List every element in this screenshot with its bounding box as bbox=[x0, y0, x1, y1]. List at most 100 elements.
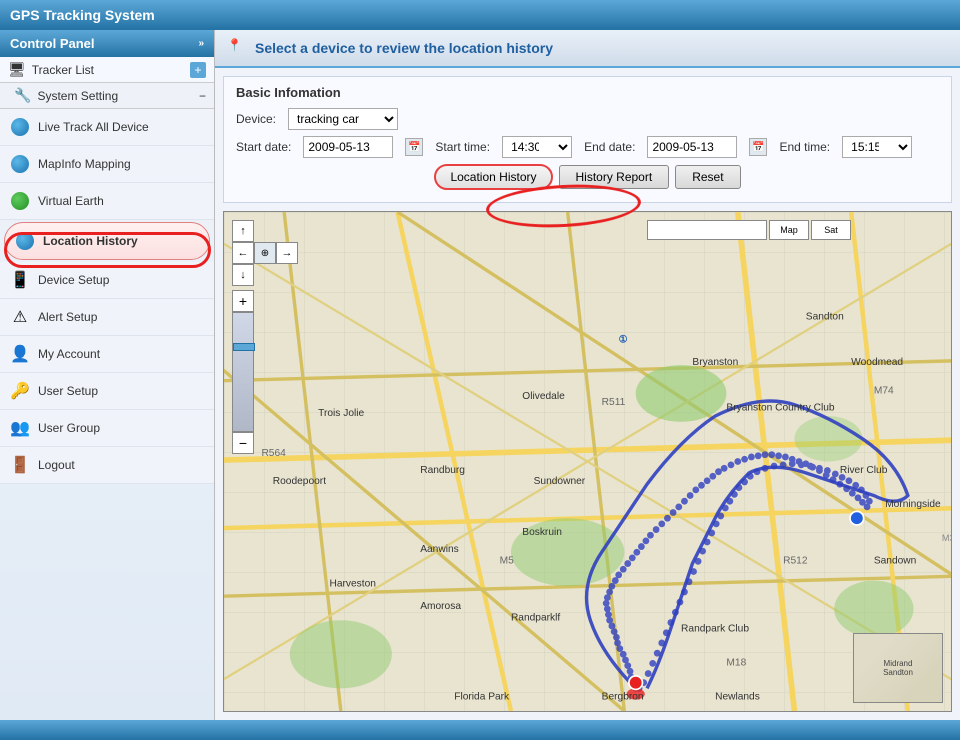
tracker-list-add-button[interactable]: + bbox=[190, 62, 206, 78]
zoom-handle[interactable] bbox=[233, 343, 255, 351]
sidebar-item-live-track[interactable]: Live Track All Device bbox=[0, 109, 214, 146]
svg-text:Florida Park: Florida Park bbox=[454, 692, 510, 703]
content-header: 📍 Select a device to review the location… bbox=[215, 30, 960, 68]
system-setting-label: System Setting bbox=[37, 89, 118, 103]
alert-icon: ⚠ bbox=[10, 307, 30, 327]
svg-text:Woodmead: Woodmead bbox=[851, 357, 903, 368]
nav-label-mapinfo: MapInfo Mapping bbox=[38, 157, 131, 171]
device-select[interactable]: tracking car bbox=[288, 108, 398, 130]
pan-center-button[interactable]: ⊕ bbox=[254, 242, 276, 264]
pan-down-button[interactable]: ↓ bbox=[232, 264, 254, 286]
svg-text:Trois Jolie: Trois Jolie bbox=[318, 408, 364, 419]
pan-left-button[interactable]: ← bbox=[232, 242, 254, 264]
nav-label-user-setup: User Setup bbox=[38, 384, 98, 398]
svg-text:Sandton: Sandton bbox=[806, 312, 844, 323]
location-history-button[interactable]: Location History bbox=[434, 164, 552, 190]
svg-text:Boskruin: Boskruin bbox=[522, 527, 562, 538]
map-search-button[interactable]: Map bbox=[769, 220, 809, 240]
system-setting-icon: 🔧 bbox=[14, 87, 31, 104]
start-time-label: Start time: bbox=[435, 140, 490, 154]
system-setting-toggle[interactable]: − bbox=[199, 89, 206, 103]
basic-info-section: Basic Infomation Device: tracking car St… bbox=[223, 76, 952, 203]
end-time-label: End time: bbox=[779, 140, 830, 154]
mini-map: MidrandSandton bbox=[853, 633, 943, 703]
reset-button[interactable]: Reset bbox=[675, 165, 740, 189]
sidebar-item-user-setup[interactable]: 🔑 User Setup bbox=[0, 373, 214, 410]
start-time-select[interactable]: 14:30 bbox=[502, 136, 572, 158]
svg-text:Randpark Club: Randpark Club bbox=[681, 624, 749, 635]
system-setting-section: 🔧 System Setting − bbox=[0, 83, 214, 109]
sidebar-item-mapinfo[interactable]: MapInfo Mapping bbox=[0, 146, 214, 183]
nav-label-location-history: Location History bbox=[43, 234, 138, 248]
end-date-input[interactable] bbox=[647, 136, 737, 158]
action-buttons-row: Location History History Report Reset bbox=[236, 164, 939, 190]
content-title: Select a device to review the location h… bbox=[255, 40, 553, 56]
tracker-list-icon: 🖥 bbox=[8, 61, 26, 78]
map-sat-button[interactable]: Sat bbox=[811, 220, 851, 240]
nav-label-logout: Logout bbox=[38, 458, 75, 472]
control-panel-label: Control Panel bbox=[10, 36, 95, 51]
device-icon: 📱 bbox=[10, 270, 30, 290]
zoom-slider[interactable] bbox=[232, 312, 254, 432]
content-area: 📍 Select a device to review the location… bbox=[215, 30, 960, 720]
end-date-label: End date: bbox=[584, 140, 635, 154]
tracker-list-section: 🖥 Tracker List + bbox=[0, 57, 214, 83]
sidebar-item-alert-setup[interactable]: ⚠ Alert Setup bbox=[0, 299, 214, 336]
system-setting-row: 🔧 System Setting − bbox=[0, 83, 214, 108]
app-logo: GPS Tracking System bbox=[10, 7, 155, 23]
svg-text:Olivedale: Olivedale bbox=[522, 391, 565, 402]
pan-up-button[interactable]: ↑ bbox=[232, 220, 254, 242]
nav-label-live-track: Live Track All Device bbox=[38, 120, 149, 134]
svg-text:M18: M18 bbox=[726, 658, 746, 669]
mini-map-label: MidrandSandton bbox=[854, 634, 942, 702]
tools-icon: 🔑 bbox=[10, 381, 30, 401]
nav-label-user-group: User Group bbox=[38, 421, 100, 435]
end-date-calendar-button[interactable]: 📅 bbox=[749, 138, 767, 156]
logout-icon: 🚪 bbox=[10, 455, 30, 475]
svg-text:Sandown: Sandown bbox=[874, 556, 916, 567]
svg-text:R512: R512 bbox=[783, 556, 808, 567]
device-label: Device: bbox=[236, 112, 276, 126]
svg-text:Bryanston: Bryanston bbox=[692, 357, 738, 368]
svg-text:Bryanston Country Club: Bryanston Country Club bbox=[726, 402, 834, 413]
sidebar-item-virtual-earth[interactable]: Virtual Earth bbox=[0, 183, 214, 220]
zoom-out-button[interactable]: − bbox=[232, 432, 254, 454]
sidebar-item-device-setup[interactable]: 📱 Device Setup bbox=[0, 262, 214, 299]
svg-text:Randburg: Randburg bbox=[420, 465, 465, 476]
end-time-select[interactable]: 15:15 bbox=[842, 136, 912, 158]
svg-text:Aanwins: Aanwins bbox=[420, 544, 459, 555]
sidebar-item-location-history[interactable]: Location History bbox=[4, 222, 210, 260]
device-row: Device: tracking car bbox=[236, 108, 939, 130]
nav-label-alert-setup: Alert Setup bbox=[38, 310, 97, 324]
map-search-box: Map Sat bbox=[647, 220, 851, 240]
globe-icon-3 bbox=[15, 231, 35, 251]
svg-text:Morningside: Morningside bbox=[885, 499, 941, 510]
tracker-list-row: 🖥 Tracker List + bbox=[0, 57, 214, 82]
map-search-input[interactable] bbox=[647, 220, 767, 240]
collapse-arrows[interactable]: » bbox=[198, 38, 204, 49]
start-date-calendar-button[interactable]: 📅 bbox=[405, 138, 423, 156]
tracker-list-label: Tracker List bbox=[32, 63, 94, 77]
svg-text:Amorosa: Amorosa bbox=[420, 601, 461, 612]
map-background: R564 R511 M74 M30 M3 M18 R512 M5 ① Sandt… bbox=[224, 212, 951, 711]
sidebar-item-logout[interactable]: 🚪 Logout bbox=[0, 447, 214, 484]
sidebar-item-user-group[interactable]: 👥 User Group bbox=[0, 410, 214, 447]
zoom-in-button[interactable]: + bbox=[232, 290, 254, 312]
svg-text:Newlands: Newlands bbox=[715, 692, 760, 703]
group-icon: 👥 bbox=[10, 418, 30, 438]
sidebar-item-my-account[interactable]: 👤 My Account bbox=[0, 336, 214, 373]
svg-text:M3: M3 bbox=[942, 533, 951, 543]
sidebar: Control Panel » 🖥 Tracker List + 🔧 Syste… bbox=[0, 30, 215, 720]
start-date-input[interactable] bbox=[303, 136, 393, 158]
svg-text:M5: M5 bbox=[500, 556, 514, 567]
basic-info-title: Basic Infomation bbox=[236, 85, 939, 100]
pan-right-button[interactable]: → bbox=[276, 242, 298, 264]
map-controls: ↑ ← ⊕ → ↓ + − bbox=[232, 220, 298, 454]
map-container[interactable]: R564 R511 M74 M30 M3 M18 R512 M5 ① Sandt… bbox=[223, 211, 952, 712]
history-report-button[interactable]: History Report bbox=[559, 165, 670, 189]
top-bar: GPS Tracking System bbox=[0, 0, 960, 30]
nav-label-device-setup: Device Setup bbox=[38, 273, 109, 287]
globe-icon-2 bbox=[10, 154, 30, 174]
svg-text:River Club: River Club bbox=[840, 465, 888, 476]
start-date-label: Start date: bbox=[236, 140, 291, 154]
